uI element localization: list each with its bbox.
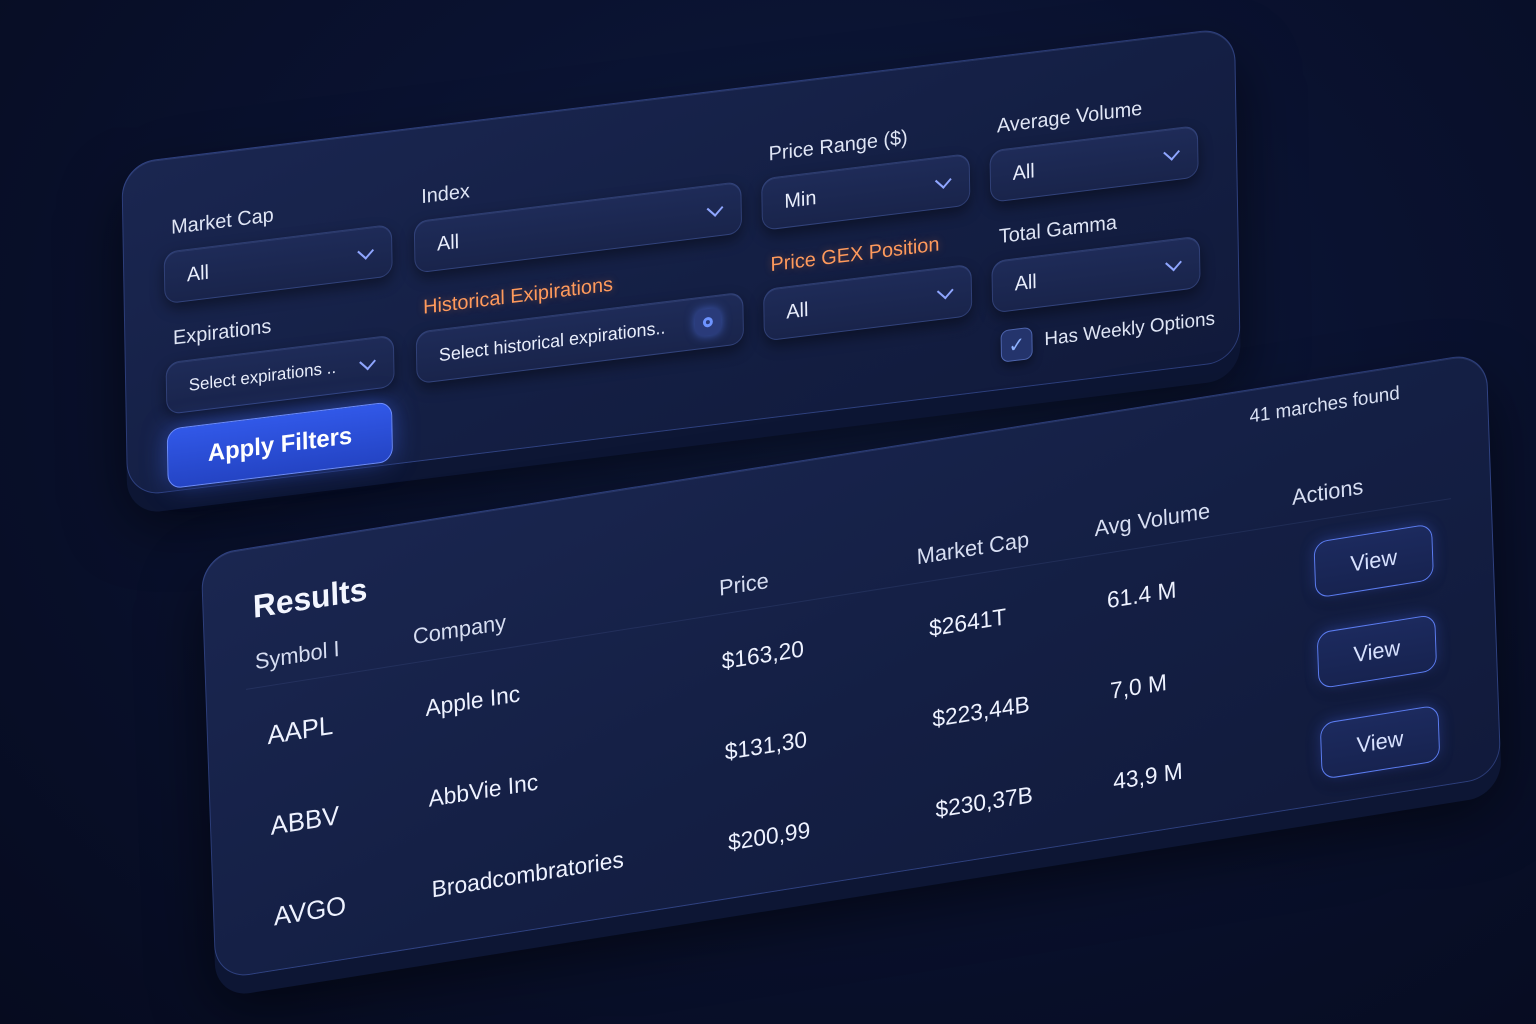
weekly-options-checkbox[interactable]: ✓ <box>1000 326 1033 363</box>
header-divider <box>245 498 1451 690</box>
price-range-label: Price Range ($) <box>768 126 908 166</box>
price-range-value: Min <box>784 186 817 213</box>
historical-expirations-placeholder: Select historical expirations.. <box>438 316 666 365</box>
chevron-down-icon <box>1163 143 1180 161</box>
average-volume-select[interactable]: All <box>989 124 1199 203</box>
column-header-avg-volume: Avg Volume <box>1094 497 1211 542</box>
screener-stage: Market Cap All Index All Price Range ($)… <box>0 0 1536 1024</box>
row-1-price: $163,20 <box>721 635 805 675</box>
average-volume-label: Average Volume <box>996 97 1143 138</box>
row-2-company: AbbVie Inc <box>428 768 539 812</box>
price-range-select[interactable]: Min <box>761 153 971 231</box>
chevron-down-icon <box>359 353 376 371</box>
weekly-options-label: Has Weekly Options <box>1044 308 1216 351</box>
match-count: 41 marches found <box>1249 382 1401 428</box>
index-label: Index <box>421 180 471 209</box>
radio-icon[interactable] <box>694 307 722 337</box>
row-3-avg-volume: 43,9 M <box>1112 757 1184 795</box>
chevron-down-icon <box>357 242 375 260</box>
row-2-price: $131,30 <box>724 725 808 765</box>
row-1-company: Apple Inc <box>424 680 521 722</box>
row-2-market-cap: $223,44B <box>931 690 1031 733</box>
market-cap-value: All <box>186 261 210 286</box>
expirations-label: Expirations <box>172 315 272 350</box>
column-header-price: Price <box>718 567 770 601</box>
chevron-down-icon <box>936 282 954 300</box>
row-1-symbol: AAPL <box>266 709 334 751</box>
row-3-market-cap: $230,37B <box>935 781 1034 823</box>
total-gamma-select[interactable]: All <box>991 235 1201 314</box>
average-volume-value: All <box>1012 159 1035 185</box>
apply-filters-button[interactable]: Apply Filters <box>166 401 394 490</box>
price-gex-position-select[interactable]: All <box>763 263 973 342</box>
chevron-down-icon <box>706 199 724 217</box>
row-2-avg-volume: 7,0 M <box>1109 668 1168 704</box>
column-header-market-cap: Market Cap <box>916 526 1030 570</box>
price-gex-position-value: All <box>786 298 809 324</box>
total-gamma-value: All <box>1014 270 1037 296</box>
chevron-down-icon <box>934 171 952 189</box>
row-1-view-button[interactable]: View <box>1313 523 1434 599</box>
column-header-company: Company <box>412 609 507 650</box>
total-gamma-label: Total Gamma <box>998 211 1118 249</box>
row-1-market-cap: $2641T <box>928 603 1007 642</box>
expirations-placeholder: Select expirations .. <box>188 357 337 395</box>
row-3-symbol: AVGO <box>273 889 347 932</box>
row-1-avg-volume: 61.4 M <box>1106 576 1177 614</box>
check-icon: ✓ <box>1008 333 1026 358</box>
row-3-company: Broadcombratories <box>431 845 625 903</box>
results-title: Results <box>252 570 368 625</box>
column-header-actions: Actions <box>1291 473 1364 511</box>
index-value: All <box>436 230 460 256</box>
row-2-view-button[interactable]: View <box>1316 613 1438 690</box>
column-header-symbol: Symbol I <box>254 635 340 675</box>
row-2-symbol: ABBV <box>270 799 340 841</box>
row-3-price: $200,99 <box>727 816 811 856</box>
chevron-down-icon <box>1165 254 1182 272</box>
row-3-view-button[interactable]: View <box>1319 704 1441 780</box>
market-cap-label: Market Cap <box>170 204 274 239</box>
